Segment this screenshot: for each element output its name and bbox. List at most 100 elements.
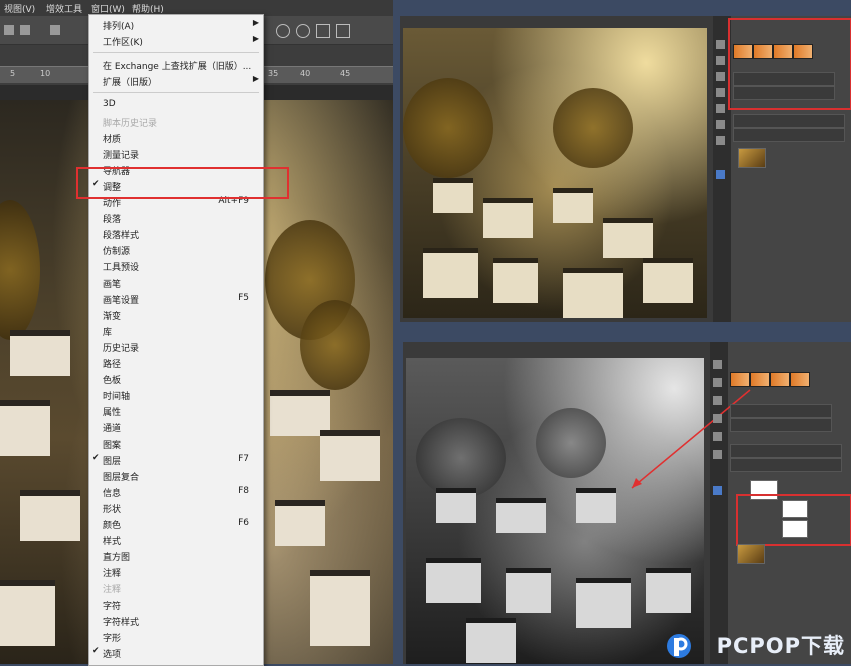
menu-item-label: 段落样式 bbox=[103, 231, 140, 242]
text-tool-icon[interactable] bbox=[716, 136, 725, 145]
crop-tool-icon[interactable] bbox=[713, 414, 722, 423]
menu-item[interactable]: 字符样式 bbox=[89, 613, 263, 629]
menu-item[interactable]: 段落样式 bbox=[89, 226, 263, 242]
menu-item-label: 图案 bbox=[103, 440, 122, 451]
menu-item[interactable]: 属性 bbox=[89, 403, 263, 419]
move-tool-icon[interactable] bbox=[713, 360, 722, 369]
menu-item-label: 路径 bbox=[103, 360, 122, 370]
menu-item-label: 工具预设 bbox=[103, 263, 140, 274]
marquee-tool-icon[interactable] bbox=[716, 56, 725, 65]
foreground-color-icon[interactable] bbox=[713, 486, 722, 495]
menu-item[interactable]: 画笔 bbox=[89, 275, 263, 291]
pcpop-logo-icon bbox=[667, 634, 691, 658]
menu-item-label: 时间轴 bbox=[103, 392, 131, 403]
align-right-icon[interactable] bbox=[50, 25, 60, 35]
annotation-arrow bbox=[631, 389, 751, 489]
menu-item-label: 画笔设置 bbox=[103, 295, 140, 306]
menu-item-label: 选项 bbox=[103, 649, 122, 660]
preset-swatch[interactable] bbox=[730, 372, 750, 387]
ruler-tick: 5 bbox=[10, 69, 16, 78]
menu-item[interactable]: 材质 bbox=[89, 130, 263, 146]
menu-item[interactable]: 画笔设置 F5 bbox=[89, 291, 263, 307]
menu-item[interactable]: ✔ 图层 F7 bbox=[89, 452, 263, 468]
menu-item[interactable]: 字符 bbox=[89, 597, 263, 613]
menu-item[interactable]: 渐变 bbox=[89, 307, 263, 323]
menu-plugins[interactable]: 增效工具 bbox=[46, 2, 82, 15]
preset-swatch[interactable] bbox=[750, 372, 770, 387]
menu-item-label: 排列(A) bbox=[103, 22, 135, 32]
align-center-icon[interactable] bbox=[20, 25, 30, 35]
menu-item-label: 通道 bbox=[103, 424, 122, 435]
menu-item[interactable]: 样式 bbox=[89, 532, 263, 548]
menu-item[interactable]: 测量记录 bbox=[89, 146, 263, 162]
layer-settings-row bbox=[733, 128, 845, 142]
layer-thumbnail[interactable] bbox=[738, 148, 766, 168]
window-menu-dropdown: 排列(A) ▶ 工作区(K) ▶ 在 Exchange 上查找扩展（旧版）... 扩展（旧… bbox=[88, 14, 264, 666]
menu-item-label: 直方图 bbox=[103, 553, 131, 564]
menu-item[interactable]: 直方图 bbox=[89, 548, 263, 564]
menu-item-label: 库 bbox=[103, 327, 113, 338]
menu-item[interactable]: 信息 F8 bbox=[89, 484, 263, 500]
menu-item[interactable]: 在 Exchange 上查找扩展（旧版）... bbox=[89, 57, 263, 73]
move-tool-icon[interactable] bbox=[716, 40, 725, 49]
align-left-icon[interactable] bbox=[4, 25, 14, 35]
menu-item[interactable]: 颜色 F6 bbox=[89, 516, 263, 532]
menu-item[interactable]: 扩展（旧版） ▶ bbox=[89, 73, 263, 89]
menu-item-label: 字形 bbox=[103, 633, 122, 644]
ruler-tick: 35 bbox=[268, 69, 279, 78]
menu-item[interactable]: 通道 bbox=[89, 419, 263, 435]
eraser-tool-icon[interactable] bbox=[713, 450, 722, 459]
preset-swatch[interactable] bbox=[770, 372, 790, 387]
menu-item[interactable]: 段落 bbox=[89, 210, 263, 226]
brush-tool-icon[interactable] bbox=[716, 104, 725, 113]
menu-item[interactable]: 库 bbox=[89, 323, 263, 339]
layer-settings-row bbox=[730, 458, 842, 472]
menu-item-label: 颜色 bbox=[103, 521, 122, 531]
3d-pan-icon[interactable] bbox=[316, 24, 330, 38]
menu-item[interactable]: 图层复合 bbox=[89, 468, 263, 484]
ruler-tick: 10 bbox=[40, 69, 51, 78]
lasso-tool-icon[interactable] bbox=[713, 396, 722, 405]
eraser-tool-icon[interactable] bbox=[716, 120, 725, 129]
menu-item[interactable]: 历史记录 bbox=[89, 339, 263, 355]
highlight-layers-box bbox=[736, 494, 851, 546]
foreground-color-icon[interactable] bbox=[716, 170, 725, 179]
layer-thumbnail[interactable] bbox=[737, 544, 765, 564]
menu-item[interactable]: 注释 bbox=[89, 564, 263, 580]
menu-item-label: 图层 bbox=[103, 456, 122, 467]
menu-item[interactable]: ✔ 选项 bbox=[89, 645, 263, 661]
menu-item[interactable]: 路径 bbox=[89, 355, 263, 371]
preset-swatch[interactable] bbox=[790, 372, 810, 387]
menu-item[interactable]: 工作区(K) ▶ bbox=[89, 33, 263, 49]
marquee-tool-icon[interactable] bbox=[713, 378, 722, 387]
menu-item-label: 段落 bbox=[103, 215, 122, 226]
menu-item[interactable]: 注释 bbox=[89, 580, 263, 596]
menu-item[interactable]: 排列(A) ▶ bbox=[89, 17, 263, 33]
menu-item[interactable]: 3D bbox=[89, 97, 263, 113]
3d-slide-icon[interactable] bbox=[336, 24, 350, 38]
option-row bbox=[733, 86, 835, 100]
menu-separator bbox=[93, 52, 259, 54]
menu-item-label: 形状 bbox=[103, 504, 122, 515]
menu-view[interactable]: 视图(V) bbox=[4, 2, 35, 15]
menu-item[interactable]: 字形 bbox=[89, 629, 263, 645]
menu-item-shortcut: F5 bbox=[238, 292, 249, 303]
menu-item-label: 历史记录 bbox=[103, 343, 140, 354]
menu-item[interactable]: 图案 bbox=[89, 436, 263, 452]
brush-tool-icon[interactable] bbox=[713, 432, 722, 441]
menu-item-label: 画笔 bbox=[103, 279, 122, 290]
layer-settings-row bbox=[733, 114, 845, 128]
menu-item[interactable]: 形状 bbox=[89, 500, 263, 516]
option-row bbox=[733, 72, 835, 86]
menu-item[interactable]: 仿制源 bbox=[89, 242, 263, 258]
3d-roll-icon[interactable] bbox=[296, 24, 310, 38]
menu-item-label: 图层复合 bbox=[103, 472, 140, 483]
menu-item[interactable]: 脚本历史记录 bbox=[89, 114, 263, 130]
crop-tool-icon[interactable] bbox=[716, 88, 725, 97]
3d-orbit-icon[interactable] bbox=[276, 24, 290, 38]
ruler-tick: 40 bbox=[300, 69, 311, 78]
lasso-tool-icon[interactable] bbox=[716, 72, 725, 81]
menu-item[interactable]: 工具预设 bbox=[89, 258, 263, 274]
menu-item[interactable]: 时间轴 bbox=[89, 387, 263, 403]
menu-item[interactable]: 色板 bbox=[89, 371, 263, 387]
